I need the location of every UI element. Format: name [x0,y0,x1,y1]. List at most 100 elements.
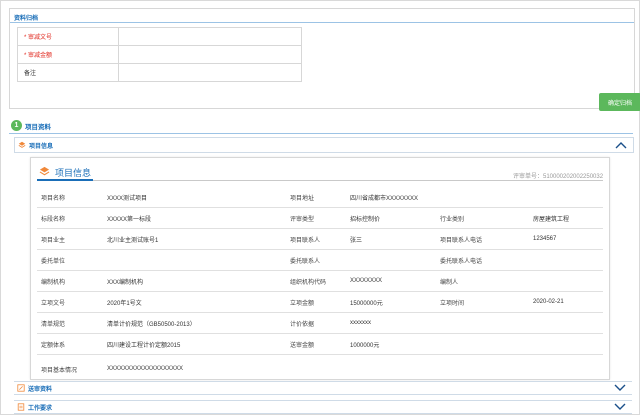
info-label [436,187,529,208]
info-label: 项目联系人电话 [436,228,529,250]
submission-materials-label: 送审资料 [28,387,53,393]
info-row: 委托单位 委托联系人 委托联系人电话 [37,249,603,271]
info-label: 编制人 [436,270,529,292]
required-mark: * [24,35,27,41]
info-row: 编制机构 XXX编制机构 组织机构代码 XXXXXXXX 编制人 [37,270,603,292]
info-value: XXXXX第一标段 [103,207,286,229]
edit-document-icon [17,384,25,392]
form-row-amount: * 审减金额 [17,45,302,64]
info-value: 四川建设工程计价定额2015 [103,333,286,355]
info-value: 1000000元 [346,333,436,355]
info-value: 15000000元 [346,291,436,313]
info-divider [37,180,603,181]
info-label: 项目业主 [37,228,103,250]
layers-icon [39,166,50,176]
info-label: 项目名称 [37,187,103,208]
info-value: 四川省成都市XXXXXXXX [346,187,436,208]
info-row: 项目名称 XXXX测试项目 项目地址 四川省成都市XXXXXXXX [37,187,603,208]
info-value: 2020年1号文 [103,291,286,313]
info-divider-accent [37,179,93,181]
info-value: xxxxxxx [346,312,436,334]
info-value: 1234567 [529,228,603,250]
summary-label: 项目基本情况 [37,354,103,384]
project-info-panel: 项目信息 评审单号：510000202002250032 项目名称 XXXX测试… [30,157,610,384]
chevron-down-icon[interactable] [614,383,626,393]
project-info-table: 项目名称 XXXX测试项目 项目地址 四川省成都市XXXXXXXX 标段名称 X… [37,187,603,384]
form-row-doc-number: * 审减文号 [17,27,302,46]
project-section-header: 1 项目资料 [9,118,633,134]
info-label: 评审类型 [286,207,346,229]
archive-form: * 审减文号 * 审减金额 备注 [17,27,302,82]
info-value: XXXX测试项目 [103,187,286,208]
project-info-toggle-label: 项目信息 [29,144,54,150]
info-label: 立项文号 [37,291,103,313]
review-number: 评审单号：510000202002250032 [513,174,604,180]
amount-label: * 审减金额 [17,45,119,64]
info-label: 标段名称 [37,207,103,229]
work-requirements-toggle[interactable]: 工作要求 [14,400,632,414]
info-label: 委托联系人 [286,249,346,271]
info-value: XXX编制机构 [103,270,286,292]
form-row-remark: 备注 [17,63,302,82]
project-info-toggle[interactable]: 项目信息 [14,137,634,153]
info-label: 项目联系人 [286,228,346,250]
remark-label-text: 备注 [24,71,37,77]
remark-field[interactable] [118,63,302,82]
doc-number-label: * 审减文号 [17,27,119,46]
info-value: 北川业主测试账号1 [103,228,286,250]
archive-panel: 资料归档 * 审减文号 * 审减金额 备注 确定归档 [9,8,640,111]
info-value: 2020-02-21 [529,291,603,313]
info-row: 清单规范 清单计价规范（GB50500-2013） 计价依据 xxxxxxx [37,312,603,334]
info-value: 招标控制价 [346,207,436,229]
step-badge: 1 [11,120,22,131]
info-label: 送审金额 [286,333,346,355]
doc-number-field[interactable] [118,27,302,46]
info-value: XXXXXXXX [346,270,436,292]
doc-number-label-text: 审减文号 [28,35,53,41]
chevron-down-icon[interactable] [614,402,626,412]
work-requirements-label: 工作要求 [28,406,53,412]
info-value [529,270,603,292]
info-row: 立项文号 2020年1号文 立项金额 15000000元 立项时间 2020-0… [37,291,603,313]
info-label: 委托联系人电话 [436,249,529,271]
info-value [529,333,603,355]
info-label: 立项时间 [436,291,529,313]
info-label: 编制机构 [37,270,103,292]
amount-field[interactable] [118,45,302,64]
archive-panel-title: 资料归档 [14,16,39,22]
info-label: 委托单位 [37,249,103,271]
info-value [103,249,286,271]
info-value: 张三 [346,228,436,250]
required-mark: * [24,53,27,59]
info-row-summary: 项目基本情况 XXXXXXXXXXXXXXXXXXX [37,354,603,384]
info-row: 项目业主 北川业主测试账号1 项目联系人 张三 项目联系人电话 1234567 [37,228,603,250]
info-label: 立项金额 [286,291,346,313]
info-value [346,249,436,271]
chevron-up-icon[interactable] [615,140,627,150]
info-value [529,312,603,334]
info-label: 行业类别 [436,207,529,229]
title-divider [10,22,634,23]
submission-materials-toggle[interactable]: 送审资料 [14,381,632,395]
confirm-archive-button[interactable]: 确定归档 [599,93,640,111]
document-icon [17,403,25,411]
info-value: 房屋建筑工程 [529,207,603,229]
info-label: 组织机构代码 [286,270,346,292]
info-label [436,312,529,334]
info-label: 项目地址 [286,187,346,208]
layers-icon [18,141,26,148]
info-value [529,187,603,208]
info-row: 标段名称 XXXXX第一标段 评审类型 招标控制价 行业类别 房屋建筑工程 [37,207,603,229]
info-label: 计价依据 [286,312,346,334]
remark-label: 备注 [17,63,119,82]
summary-value: XXXXXXXXXXXXXXXXXXX [103,354,603,384]
info-value: 清单计价规范（GB50500-2013） [103,312,286,334]
info-label [436,333,529,355]
amount-label-text: 审减金额 [28,53,53,59]
info-label: 定额体系 [37,333,103,355]
info-label: 清单规范 [37,312,103,334]
project-section-title: 项目资料 [25,124,51,131]
info-row: 定额体系 四川建设工程计价定额2015 送审金额 1000000元 [37,333,603,355]
info-value [529,249,603,271]
info-panel-title: 项目信息 [55,168,92,178]
